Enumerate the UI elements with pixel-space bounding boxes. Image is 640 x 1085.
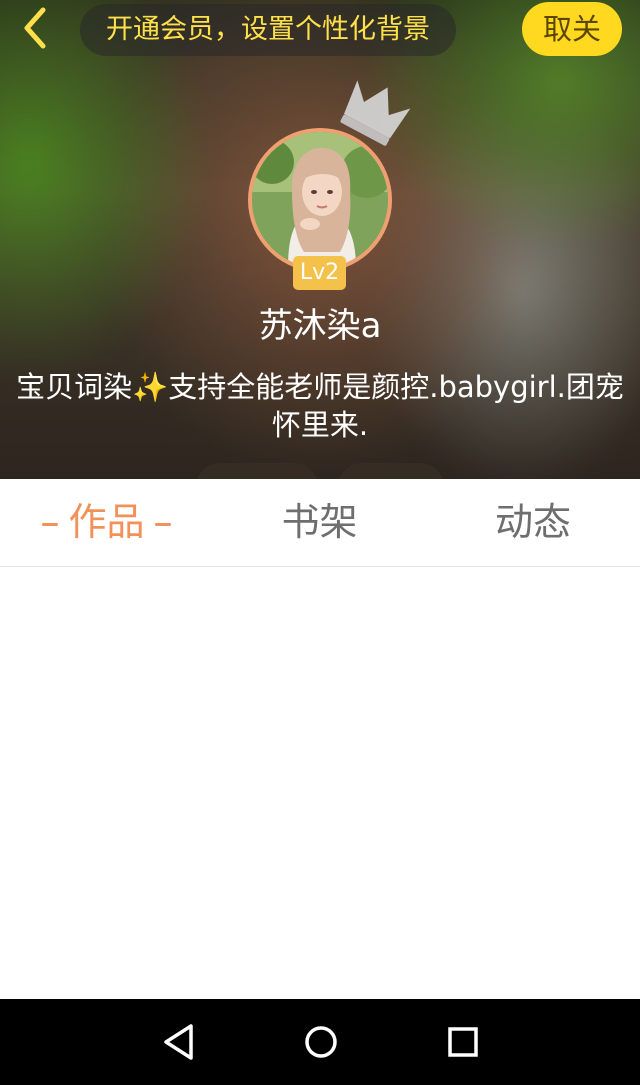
nav-back-button[interactable] [158,1020,202,1064]
tab-label: 书架 [281,500,358,544]
tab-content-area [0,567,640,1000]
tab-activity[interactable]: 动态 [426,479,640,566]
tab-label: 作品 [68,500,145,544]
chevron-left-icon [24,7,46,49]
stat-pill-left[interactable] [196,463,318,480]
unfollow-button[interactable]: 取关 [522,2,622,56]
system-navigation-bar [0,999,640,1085]
stat-pill-right[interactable] [338,463,444,480]
profile-tabs: 作品 书架 动态 [0,479,640,567]
tab-active-dash-left [42,523,59,526]
tab-label: 动态 [494,500,571,544]
circle-home-icon [305,1026,337,1058]
nav-recents-button[interactable] [441,1020,485,1064]
profile-screen: 开通会员，设置个性化背景 取关 Lv2 苏沐染a 宝贝词染✨支持全能老师是颜控.… [0,0,640,1085]
tab-bookshelf[interactable]: 书架 [213,479,426,566]
level-badge: Lv2 [293,256,346,290]
tab-active-dash-right [154,523,171,526]
tab-works[interactable]: 作品 [0,479,213,566]
user-avatar[interactable] [248,128,392,272]
user-nickname: 苏沐染a [258,306,382,346]
user-bio: 宝贝词染✨支持全能老师是颜控.babygirl.团宠怀里来. [16,370,624,442]
vip-background-banner[interactable]: 开通会员，设置个性化背景 [80,4,456,56]
square-recents-icon [448,1027,478,1057]
back-button[interactable] [12,6,56,50]
user-avatar-photo [252,132,388,268]
triangle-back-icon [164,1024,193,1060]
nav-home-button[interactable] [299,1020,343,1064]
profile-banner: 开通会员，设置个性化背景 取关 Lv2 苏沐染a 宝贝词染✨支持全能老师是颜控.… [0,0,640,480]
